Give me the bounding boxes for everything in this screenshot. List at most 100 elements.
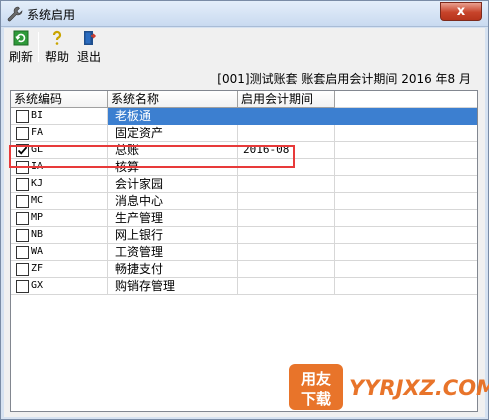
row-filler — [335, 261, 477, 278]
system-code-cell[interactable]: WA — [11, 244, 108, 261]
refresh-button[interactable]: 刷新 — [7, 30, 35, 64]
wrench-icon — [7, 6, 23, 22]
enable-checkbox[interactable] — [16, 195, 29, 208]
enable-checkbox[interactable] — [16, 161, 29, 174]
system-name: 网上银行 — [108, 227, 238, 244]
system-name: 固定资产 — [108, 125, 238, 142]
system-code-cell[interactable]: FA — [11, 125, 108, 142]
system-code: KJ — [31, 178, 44, 189]
refresh-label: 刷新 — [8, 50, 33, 64]
system-code-cell[interactable]: MC — [11, 193, 108, 210]
enable-period[interactable] — [238, 278, 335, 295]
system-code: GX — [31, 280, 44, 291]
column-header-code[interactable]: 系统编码 — [11, 91, 108, 108]
enable-period[interactable] — [238, 193, 335, 210]
system-name: 消息中心 — [108, 193, 238, 210]
exit-button[interactable]: 退出 — [75, 30, 103, 64]
account-period-info: [001]测试账套 账套启用会计期间 2016 年8 月 — [217, 72, 471, 86]
enable-period[interactable] — [238, 210, 335, 227]
row-filler — [335, 142, 477, 159]
enable-period[interactable] — [238, 125, 335, 142]
system-name: 总账 — [108, 142, 238, 159]
enable-checkbox[interactable] — [16, 280, 29, 293]
row-filler — [335, 210, 477, 227]
row-filler — [335, 125, 477, 142]
table-row[interactable]: BI 老板通 — [11, 108, 477, 125]
system-code: GL — [31, 144, 44, 155]
column-header-name[interactable]: 系统名称 — [108, 91, 238, 108]
refresh-icon — [13, 30, 29, 46]
watermark-site: YYRJXZ.COM — [349, 376, 489, 400]
system-code-cell[interactable]: IA — [11, 159, 108, 176]
enable-period[interactable] — [238, 176, 335, 193]
watermark: 用友 下载 YYRJXZ.COM — [287, 362, 489, 412]
system-code-cell[interactable]: MP — [11, 210, 108, 227]
system-code-cell[interactable]: ZF — [11, 261, 108, 278]
column-header-filler — [335, 91, 477, 108]
window-title: 系统启用 — [27, 8, 76, 22]
table-row[interactable]: NB 网上银行 — [11, 227, 477, 244]
enable-checkbox[interactable] — [16, 127, 29, 140]
watermark-logo-text-2: 下载 — [301, 390, 331, 408]
enable-checkbox[interactable] — [16, 246, 29, 259]
table-row[interactable]: KJ 会计家园 — [11, 176, 477, 193]
enable-checkbox[interactable] — [16, 178, 29, 191]
system-name: 畅捷支付 — [108, 261, 238, 278]
system-code: NB — [31, 229, 44, 240]
row-filler — [335, 227, 477, 244]
enable-period[interactable]: 2016-08 — [238, 142, 335, 159]
enable-checkbox[interactable] — [16, 110, 29, 123]
checkmark-icon — [17, 146, 28, 155]
toolbar-separator — [38, 32, 39, 62]
system-code: FA — [31, 127, 44, 138]
table-row[interactable]: GX 购销存管理 — [11, 278, 477, 295]
enable-checkbox[interactable] — [16, 144, 29, 157]
system-code: WA — [31, 246, 44, 257]
row-filler — [335, 244, 477, 261]
system-name: 老板通 — [108, 108, 238, 125]
watermark-site-text: YYRJXZ.COM — [349, 376, 489, 400]
table-row[interactable]: GL 总账 2016-08 — [11, 142, 477, 159]
system-code: IA — [31, 161, 44, 172]
close-button[interactable]: x — [440, 2, 482, 21]
system-code-cell[interactable]: KJ — [11, 176, 108, 193]
enable-checkbox[interactable] — [16, 263, 29, 276]
close-icon: x — [456, 4, 466, 19]
system-code: BI — [31, 110, 44, 121]
system-code: ZF — [31, 263, 44, 274]
grid-header: 系统编码 系统名称 启用会计期间 — [11, 91, 477, 108]
enable-period[interactable] — [238, 159, 335, 176]
exit-label: 退出 — [76, 50, 101, 64]
title-bar[interactable]: 系统启用 x — [1, 1, 488, 27]
enable-checkbox[interactable] — [16, 212, 29, 225]
system-code-cell[interactable]: BI — [11, 108, 108, 125]
system-code-cell[interactable]: GX — [11, 278, 108, 295]
row-filler — [335, 278, 477, 295]
enable-period[interactable] — [238, 227, 335, 244]
enable-checkbox[interactable] — [16, 229, 29, 242]
system-code-cell[interactable]: NB — [11, 227, 108, 244]
system-code-cell[interactable]: GL — [11, 142, 108, 159]
table-row[interactable]: IA 核算 — [11, 159, 477, 176]
row-filler — [335, 193, 477, 210]
column-header-period[interactable]: 启用会计期间 — [238, 91, 335, 108]
system-name: 工资管理 — [108, 244, 238, 261]
table-row[interactable]: MP 生产管理 — [11, 210, 477, 227]
enable-period[interactable] — [238, 261, 335, 278]
enable-period[interactable] — [238, 244, 335, 261]
row-filler — [335, 108, 477, 125]
table-row[interactable]: WA 工资管理 — [11, 244, 477, 261]
enable-period[interactable] — [238, 108, 335, 125]
watermark-logo-text-1: 用友 — [301, 370, 331, 388]
row-filler — [335, 159, 477, 176]
system-name: 核算 — [108, 159, 238, 176]
system-code: MC — [31, 195, 44, 206]
table-row[interactable]: MC 消息中心 — [11, 193, 477, 210]
system-enable-window: 系统启用 x 刷新 帮助 退出 [001]测试账套 账套启用会计期间 2016 … — [0, 0, 489, 420]
table-row[interactable]: ZF 畅捷支付 — [11, 261, 477, 278]
client-area: 刷新 帮助 退出 [001]测试账套 账套启用会计期间 2016 年8 月 系统… — [4, 28, 485, 417]
help-button[interactable]: 帮助 — [43, 30, 71, 64]
table-row[interactable]: FA 固定资产 — [11, 125, 477, 142]
toolbar: 刷新 帮助 退出 — [4, 28, 485, 66]
system-code: MP — [31, 212, 44, 223]
